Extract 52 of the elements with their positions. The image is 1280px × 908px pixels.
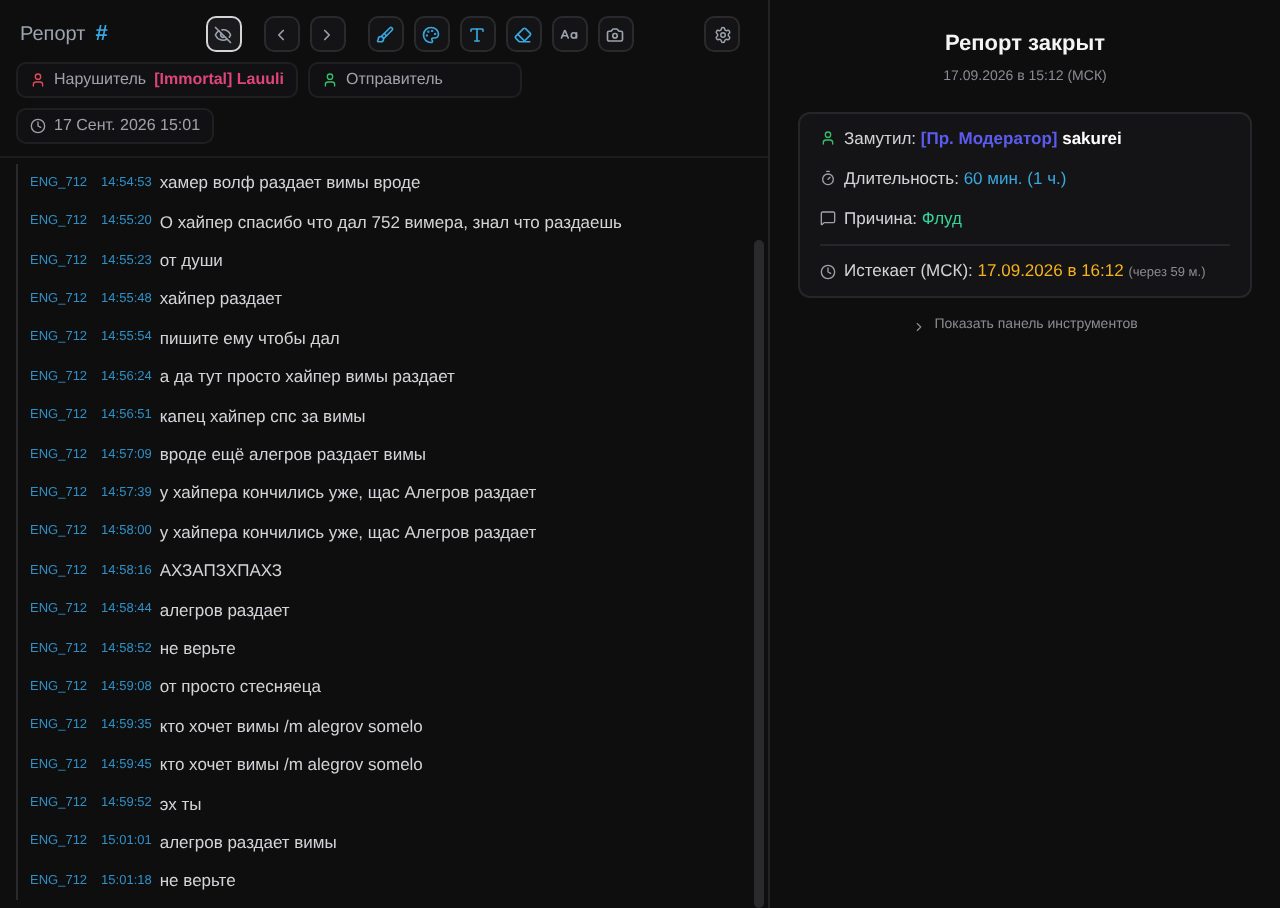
muted-by-text: Замутил: [Пр. Модератор] sakurei <box>844 126 1122 152</box>
message-text: не верьте <box>159 868 236 895</box>
user-icon <box>321 72 338 88</box>
message-text: от просто стесняеца <box>159 674 321 701</box>
reason-text: Причина: Флуд <box>844 205 962 231</box>
message-text: хамер волф раздает вимы вроде <box>159 170 421 197</box>
tool-button[interactable] <box>597 16 634 52</box>
message-text: кто хочет вимы /m alegrov somelo <box>159 752 423 778</box>
report-title: Репорт <box>20 21 86 49</box>
message-text: алегров раздает вимы <box>159 829 337 856</box>
message-text: О хайпер спасибо что дал 752 вимера, знал что раздаешь <box>159 209 622 235</box>
message-text: от души <box>159 248 223 274</box>
font-size-icon <box>560 25 579 43</box>
message-icon <box>820 209 836 226</box>
message-text: пишите ему чтобы дал <box>159 325 340 352</box>
camera-icon <box>606 25 625 43</box>
message-text: у хайпера кончились уже, щас Алегров раздает <box>159 519 537 546</box>
settings-icon <box>713 25 731 43</box>
message-text: а да тут просто хайпер вимы раздает <box>159 364 455 391</box>
scrollbar-thumb[interactable] <box>754 240 764 908</box>
sender-label: Отправитель <box>345 68 443 92</box>
text-icon <box>468 25 487 43</box>
tool-button[interactable] <box>551 16 588 52</box>
chevron-right-icon <box>912 319 927 334</box>
eye-off-icon <box>214 25 233 43</box>
message-text: хайпер раздает <box>159 286 283 313</box>
clock-icon <box>30 118 46 134</box>
duration-text: Длительность: 60 мин. (1 ч.) <box>844 165 1067 191</box>
message-text: кто хочет вимы /m alegrov somelo <box>159 713 423 740</box>
timer-icon <box>820 170 836 187</box>
palette-icon <box>422 25 441 43</box>
user-icon <box>820 130 836 147</box>
report-hash: # <box>95 19 110 50</box>
tool-button[interactable] <box>413 16 450 52</box>
message-text: не верьте <box>159 636 236 662</box>
settings-button[interactable] <box>704 16 740 52</box>
tool-button[interactable] <box>367 16 404 52</box>
brush-icon <box>376 25 395 43</box>
message-text: вроде ещё алегров раздает вимы <box>159 442 427 468</box>
date-text: 17 Сент. 2026 15:01 <box>54 114 201 138</box>
message-text: эх ты <box>159 791 202 817</box>
clock-icon <box>820 263 836 280</box>
result-title: Репорт закрыт <box>944 30 1105 60</box>
message-text: у хайпера кончились уже, щас Алегров раздает <box>159 480 537 507</box>
message-text: алегров раздает <box>159 597 290 623</box>
message-text: АХЗАПЗХПАХЗ <box>159 558 283 584</box>
violator-name: [Immortal] Lauuli <box>154 68 284 92</box>
user-icon <box>30 72 46 88</box>
eraser-icon <box>514 25 533 43</box>
tool-button[interactable] <box>505 16 542 52</box>
violator-label: Нарушитель <box>54 68 147 92</box>
message-text: капец хайпер спс за вимы <box>159 403 366 429</box>
